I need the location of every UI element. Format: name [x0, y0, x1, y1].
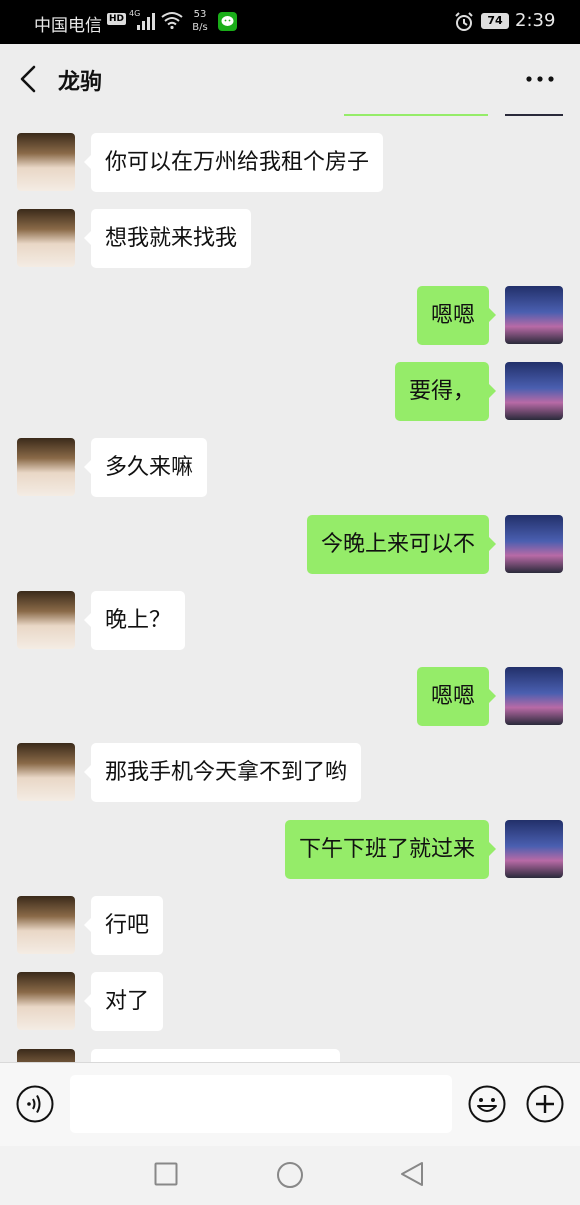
more-options-icon[interactable]	[520, 66, 560, 92]
received-message-bubble[interactable]: 想我就来找我	[83, 209, 252, 268]
received-message-bubble[interactable]: 你可以在万州给我租个房子	[83, 133, 384, 192]
received-message-bubble[interactable]: 晚上？	[83, 591, 186, 650]
message-row: 下午下班了就过来	[0, 820, 580, 879]
speed-unit: B/s	[192, 22, 208, 33]
contact-avatar[interactable]	[17, 972, 75, 1030]
carrier-label: 中国电信	[34, 16, 102, 36]
received-message-bubble[interactable]	[91, 1049, 340, 1062]
sent-message-bubble[interactable]: 嗯嗯	[416, 286, 497, 345]
voice-input-icon[interactable]	[16, 1085, 54, 1123]
message-input[interactable]	[70, 1075, 452, 1133]
status-bar: 中国电信 HD 4G 53 B/s 74 2:39	[0, 0, 580, 44]
chat-title: 龙驹	[58, 70, 103, 95]
message-row: 嗯嗯	[0, 286, 580, 345]
message-row: 你可以在万州给我租个房子	[0, 133, 580, 192]
network-speed: 53 B/s	[188, 8, 212, 34]
received-message-bubble[interactable]: 行吧	[83, 896, 164, 955]
received-message-bubble[interactable]: 对了	[83, 972, 164, 1031]
alarm-icon	[455, 12, 473, 31]
emoji-icon[interactable]	[468, 1085, 506, 1123]
wifi-icon	[161, 12, 183, 29]
sent-message-bubble[interactable]: 今晚上来可以不	[306, 515, 497, 574]
back-arrow-icon[interactable]	[14, 64, 44, 94]
message-list[interactable]: 你可以在万州给我租个房子 想我就来找我 嗯嗯 要得， 多久来嘛 今晚上来可以不 晚上？ 嗯嗯那…	[0, 114, 580, 1062]
partial-avatar	[505, 114, 563, 116]
received-message-bubble[interactable]: 多久来嘛	[83, 438, 208, 497]
message-row: 行吧	[0, 896, 580, 955]
more-functions-plus-icon[interactable]	[526, 1085, 564, 1123]
contact-avatar[interactable]	[17, 743, 75, 801]
contact-avatar[interactable]	[17, 1049, 75, 1062]
system-navigation-bar	[0, 1146, 580, 1205]
my-avatar[interactable]	[505, 667, 563, 725]
sent-message-bubble[interactable]: 要得，	[394, 362, 497, 421]
my-avatar[interactable]	[505, 286, 563, 344]
signal-icon	[137, 13, 155, 30]
received-message-bubble[interactable]: 那我手机今天拿不到了哟	[83, 743, 362, 802]
message-row: 今晚上来可以不	[0, 515, 580, 574]
message-row: 那我手机今天拿不到了哟	[0, 743, 580, 802]
message-row: 嗯嗯	[0, 667, 580, 726]
contact-avatar[interactable]	[17, 591, 75, 649]
recent-apps-icon[interactable]	[154, 1162, 178, 1186]
partial-message-bubble	[344, 114, 488, 116]
message-row	[0, 1049, 580, 1062]
message-row: 想我就来找我	[0, 209, 580, 268]
contact-avatar[interactable]	[17, 896, 75, 954]
my-avatar[interactable]	[505, 820, 563, 878]
clock: 2:39	[515, 10, 556, 31]
input-bar	[0, 1062, 580, 1146]
message-row: 对了	[0, 972, 580, 1031]
sent-message-bubble[interactable]: 下午下班了就过来	[284, 820, 497, 879]
back-triangle-icon[interactable]	[398, 1160, 426, 1188]
speed-value: 53	[193, 9, 207, 20]
message-row: 多久来嘛	[0, 438, 580, 497]
sent-message-bubble[interactable]: 嗯嗯	[416, 667, 497, 726]
hd-badge: HD	[107, 13, 127, 25]
battery-indicator: 74	[481, 13, 509, 29]
contact-avatar[interactable]	[17, 209, 75, 267]
message-row: 要得，	[0, 362, 580, 421]
contact-avatar[interactable]	[17, 133, 75, 191]
home-icon[interactable]	[276, 1161, 304, 1189]
my-avatar[interactable]	[505, 515, 563, 573]
wechat-notification-icon	[218, 12, 237, 31]
message-row: 晚上？	[0, 591, 580, 650]
contact-avatar[interactable]	[17, 438, 75, 496]
chat-header: 龙驹	[0, 44, 580, 114]
my-avatar[interactable]	[505, 362, 563, 420]
